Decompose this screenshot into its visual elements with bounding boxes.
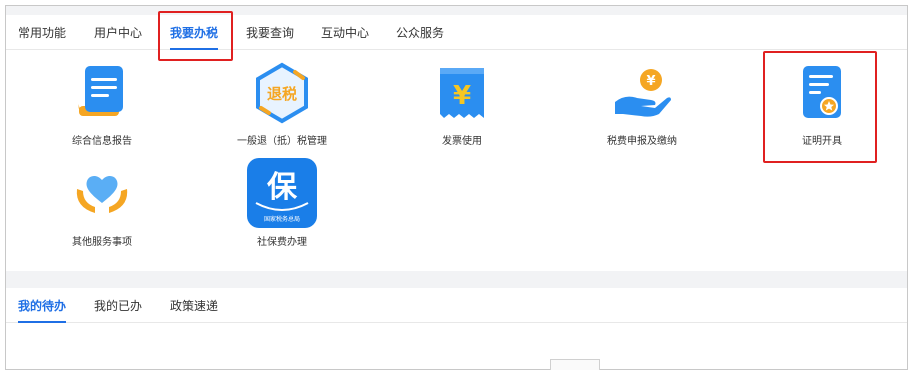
top-gray-strip — [6, 6, 907, 15]
service-social-insurance[interactable]: 保 国家税务总局 社保费办理 — [217, 157, 347, 248]
highlight-box-tab — [158, 11, 233, 61]
tab-my-done[interactable]: 我的已办 — [94, 288, 142, 322]
service-label: 其他服务事项 — [72, 237, 132, 248]
invoice-yuan-icon: ¥ — [440, 68, 484, 118]
tab-common-functions[interactable]: 常用功能 — [18, 15, 66, 49]
invoice-icon-text: ¥ — [453, 81, 471, 111]
section-divider — [6, 271, 907, 288]
service-label: 发票使用 — [442, 136, 482, 147]
service-info-report[interactable]: 综合信息报告 — [37, 62, 167, 147]
insurance-icon-text: 保 — [267, 170, 298, 205]
service-label: 税费申报及缴纳 — [607, 136, 677, 147]
tab-policy-express[interactable]: 政策速递 — [170, 288, 218, 322]
coin-icon-text: ¥ — [646, 74, 655, 89]
tax-refund-hexagon-icon: 退税 — [256, 62, 308, 124]
tab-my-todo[interactable]: 我的待办 — [18, 288, 67, 323]
service-declare-pay[interactable]: ¥ 税费申报及缴纳 — [577, 62, 707, 147]
refund-icon-text: 退税 — [267, 85, 297, 103]
service-other-matters[interactable]: 其他服务事项 — [37, 163, 167, 248]
main-tab-bar: 常用功能 用户中心 我要办税 我要查询 互动中心 公众服务 — [6, 15, 907, 50]
service-label: 社保费办理 — [257, 237, 307, 248]
hand-coin-icon: ¥ — [615, 69, 671, 117]
highlight-box-certificate — [763, 51, 877, 163]
tab-query[interactable]: 我要查询 — [246, 15, 294, 49]
service-invoice[interactable]: ¥ 发票使用 — [397, 62, 527, 147]
tab-user-center[interactable]: 用户中心 — [94, 15, 142, 49]
insurance-icon-subtext: 国家税务总局 — [264, 215, 300, 223]
document-report-icon — [78, 66, 123, 116]
social-insurance-icon: 保 国家税务总局 — [247, 158, 317, 228]
heart-hands-icon — [76, 175, 128, 213]
service-label: 一般退（抵）税管理 — [237, 136, 327, 147]
empty-state-hint — [550, 359, 600, 370]
tab-interaction-center[interactable]: 互动中心 — [321, 15, 369, 49]
service-label: 综合信息报告 — [72, 136, 132, 147]
tab-public-service[interactable]: 公众服务 — [396, 15, 444, 49]
service-tax-refund[interactable]: 退税 一般退（抵）税管理 — [217, 62, 347, 147]
todo-tab-bar: 我的待办 我的已办 政策速递 — [6, 288, 907, 323]
